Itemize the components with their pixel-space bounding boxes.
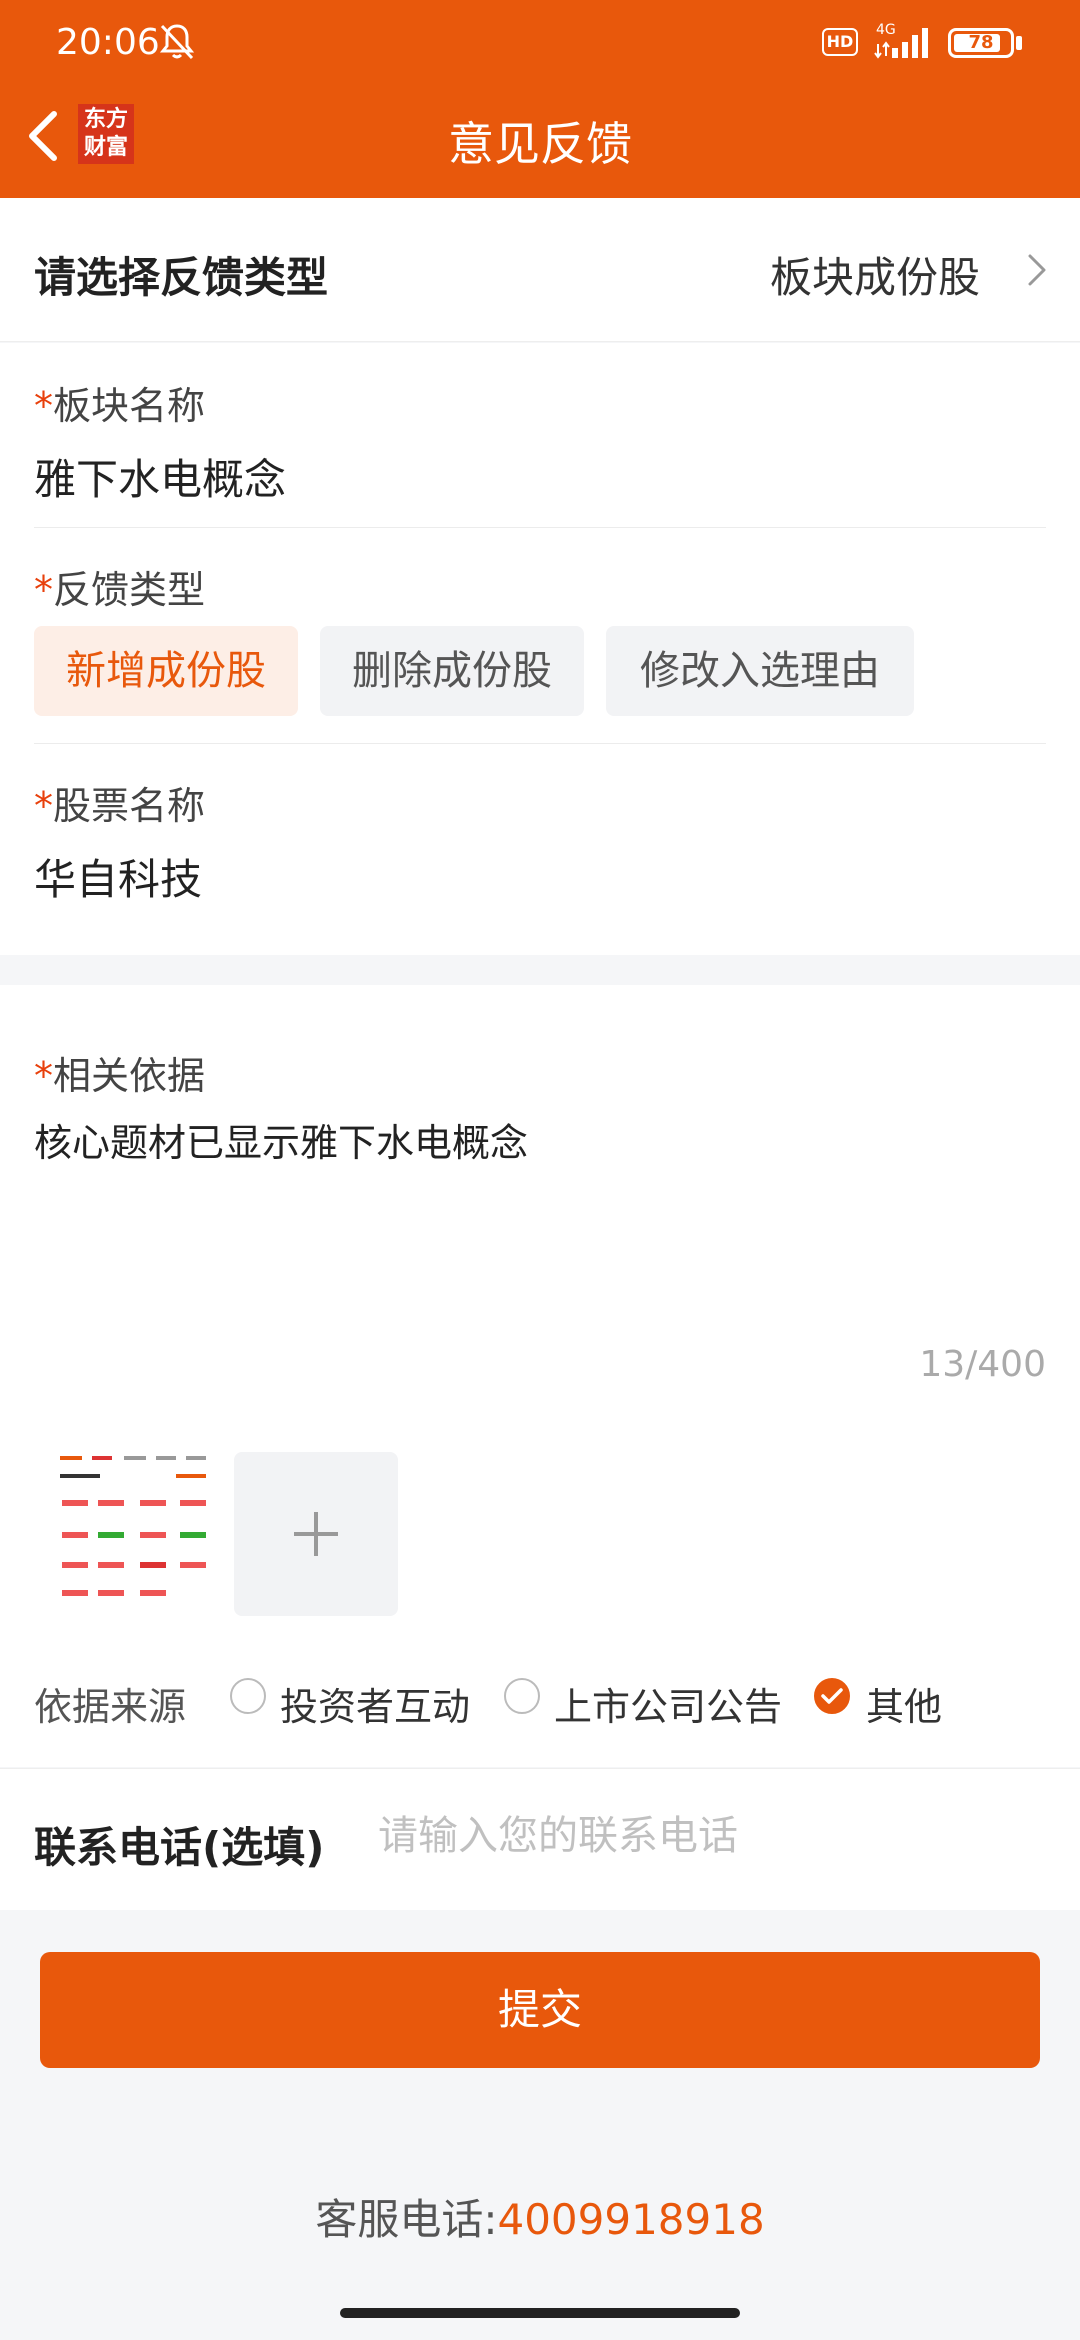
radio-investor-interaction[interactable] [230,1678,266,1714]
sector-value[interactable]: 雅下水电概念 [34,446,1046,507]
basis-label: *相关依据 [34,1045,1046,1100]
basis-textarea[interactable]: 核心题材已显示雅下水电概念 [34,1112,528,1167]
stock-field: *股票名称 华自科技 [34,775,1046,907]
battery-icon: 78 [948,28,1014,58]
service-phone-number[interactable]: 4009918918 [497,2195,764,2244]
sector-label: *板块名称 [34,375,1046,430]
check-icon [821,1688,843,1704]
basis-label-text: 相关依据 [53,1054,206,1098]
chip-add-constituent[interactable]: 新增成份股 [34,626,298,716]
service-label: 客服电话: [315,2195,498,2244]
home-indicator[interactable] [340,2308,740,2318]
feedback-kind-label: *反馈类型 [34,559,1046,614]
screenshot-thumbnail-image [56,1452,216,1616]
signal-icon [874,28,928,59]
basis-field: *相关依据 [34,1045,1046,1100]
battery-label: 78 [968,32,994,53]
radio-label-investor-interaction[interactable]: 投资者互动 [280,1676,470,1731]
source-label: 依据来源 [34,1685,187,1729]
add-image-button[interactable] [234,1452,398,1616]
feedback-type-label: 请选择反馈类型 [34,253,329,302]
feedback-type-selector[interactable]: 请选择反馈类型 板块成份股 [0,198,1080,342]
radio-label-other[interactable]: 其他 [866,1676,942,1731]
status-bar: 20:06 HD 4G 78 [0,0,1080,90]
feedback-kind-field: *反馈类型 [34,559,1046,614]
sector-field: *板块名称 雅下水电概念 [34,375,1046,507]
hd-icon: HD [822,28,858,56]
submit-button[interactable]: 提交 [40,1952,1040,2068]
char-counter: 13/400 [919,1344,1046,1385]
divider [34,743,1046,744]
chevron-right-icon [1028,254,1046,286]
required-mark: * [34,384,53,428]
feedback-kind-label-text: 反馈类型 [53,568,206,612]
attachment-thumbnail[interactable] [56,1452,216,1616]
required-mark: * [34,1054,53,1098]
stock-label-text: 股票名称 [53,784,206,828]
divider [34,527,1046,528]
radio-other[interactable] [814,1678,850,1714]
feedback-type-value: 板块成份股 [769,253,980,302]
stock-label: *股票名称 [34,775,1046,830]
page-title: 意见反馈 [448,117,632,171]
chip-edit-reason[interactable]: 修改入选理由 [606,626,914,716]
required-mark: * [34,784,53,828]
plus-icon [294,1512,338,1556]
battery-tip [1016,36,1022,50]
bell-muted-icon [159,24,195,60]
status-time: 20:06 [56,22,160,63]
phone-input[interactable] [378,1806,1038,1866]
radio-company-announcement[interactable] [504,1678,540,1714]
sector-label-text: 板块名称 [53,384,206,428]
customer-service: 客服电话:4009918918 [0,2186,1080,2247]
stock-value[interactable]: 华自科技 [34,846,1046,907]
phone-label: 联系电话(选填) [34,1823,325,1872]
form-card-basis: *相关依据 [0,985,1080,1767]
chip-remove-constituent[interactable]: 删除成份股 [320,626,584,716]
radio-label-company-announcement[interactable]: 上市公司公告 [554,1676,782,1731]
required-mark: * [34,568,53,612]
top-bar: 20:06 HD 4G 78 东方 财富 意见反馈 [0,0,1080,198]
